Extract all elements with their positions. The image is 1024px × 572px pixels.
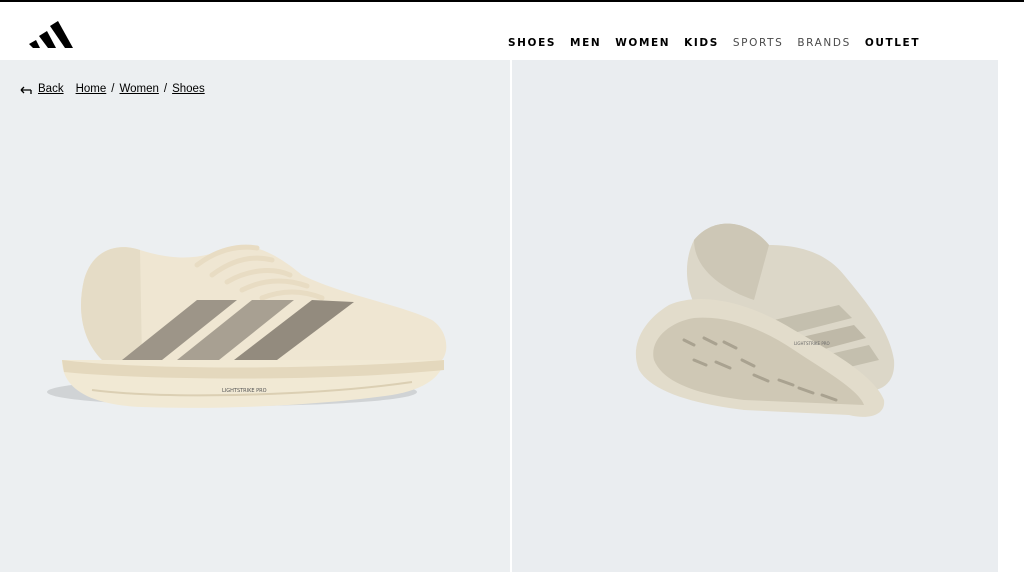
page-edge (998, 60, 1024, 572)
sole-label: LIGHTSTRIKE PRO (794, 341, 830, 346)
shoe-side-view-image: LIGHTSTRIKE PRO (47, 244, 447, 408)
gallery-image-2[interactable]: LIGHTSTRIKE PRO (512, 60, 998, 572)
nav-item-men[interactable]: MEN (570, 37, 601, 49)
nav-item-kids[interactable]: KIDS (684, 37, 719, 49)
breadcrumb-separator: / (163, 83, 168, 95)
back-link[interactable]: Back (38, 83, 64, 95)
nav-item-women[interactable]: WOMEN (615, 37, 670, 49)
nav-item-sports[interactable]: SPORTS (733, 37, 783, 49)
nav-item-shoes[interactable]: SHOES (508, 37, 556, 49)
breadcrumb: Back Home / Women / Shoes (20, 83, 205, 95)
back-arrow-icon[interactable] (20, 85, 32, 95)
breadcrumb-separator: / (111, 83, 115, 95)
nav-item-outlet[interactable]: OUTLET (865, 37, 920, 49)
breadcrumb-home[interactable]: Home (76, 83, 107, 95)
gallery-image-1[interactable]: Back Home / Women / Shoes LIGHTSTRIKE PR… (0, 60, 510, 572)
site-header: SHOES MEN WOMEN KIDS SPORTS BRANDS OUTLE… (0, 2, 1024, 60)
breadcrumb-shoes[interactable]: Shoes (172, 83, 205, 95)
sole-label: LIGHTSTRIKE PRO (222, 388, 267, 394)
breadcrumb-women[interactable]: Women (119, 83, 158, 95)
adidas-logo-icon[interactable] (28, 18, 74, 50)
product-gallery: Back Home / Women / Shoes LIGHTSTRIKE PR… (0, 60, 1024, 572)
shoe-back-angle-view-image: LIGHTSTRIKE PRO (635, 223, 895, 417)
nav-item-brands[interactable]: BRANDS (797, 37, 850, 49)
main-nav: SHOES MEN WOMEN KIDS SPORTS BRANDS OUTLE… (508, 37, 934, 49)
